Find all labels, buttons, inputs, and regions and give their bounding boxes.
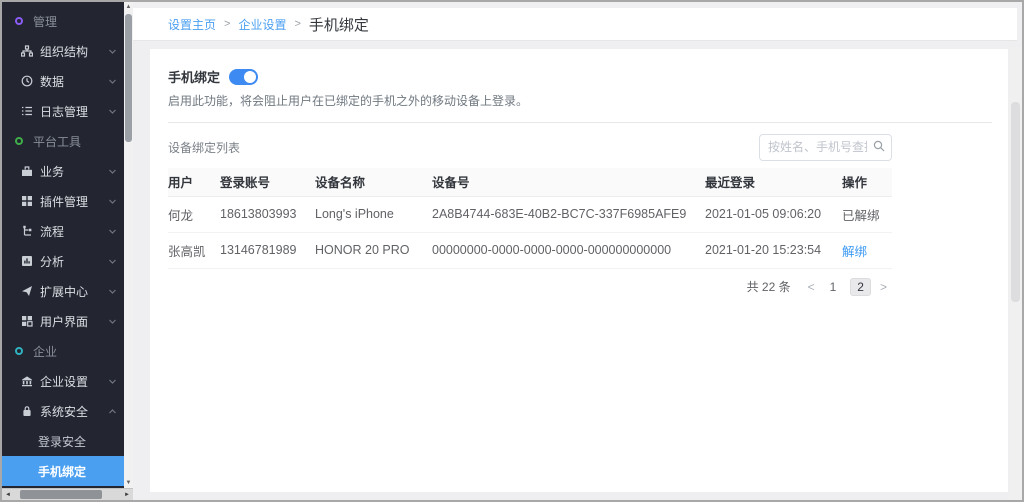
prev-page-icon[interactable]: < [808,280,815,294]
sidebar-vertical-scrollbar[interactable]: ▲ ▼ [124,2,133,488]
table-cell: 00000000-0000-0000-0000-000000000000 [432,232,705,269]
sidebar-subitem-登录安全[interactable]: 登录安全 [2,426,124,456]
chevron-down-icon [108,47,117,56]
sidebar-item-企业设置[interactable]: 企业设置 [2,366,124,396]
table-cell: 18613803993 [220,196,315,233]
scroll-down-icon[interactable]: ▼ [124,478,133,488]
column-header: 设备号 [432,168,705,197]
app-window: 管理 组织结构 数据 日志管理 平台工具 业务 插件管理 流程 分析 扩展中心 用户界面 企业 企业设置… [0,0,1024,502]
lock-icon [21,405,33,417]
sidebar-item-业务[interactable]: 业务 [2,156,124,186]
sidebar: 管理 组织结构 数据 日志管理 平台工具 业务 插件管理 流程 分析 扩展中心 用户界面 企业 企业设置… [2,2,133,500]
sidebar-horizontal-scrollbar[interactable]: ◄ ► [2,488,133,500]
breadcrumb-separator: > [224,18,231,30]
content-vertical-scrollbar[interactable] [1009,47,1022,500]
next-page-icon[interactable]: > [880,280,887,294]
main-area: 设置主页 > 企业设置 > 手机绑定 手机绑定 启用此功能，将会阻止用户在已绑定… [133,2,1022,500]
sidebar-vscroll-thumb[interactable] [125,14,132,142]
table-cell: 13146781989 [220,232,315,269]
phone-binding-label: 手机绑定 [168,70,221,85]
device-binding-table: 用户 登录账号 设备名称 设备号 最近登录 操作 何龙 18613803993 Long's … [168,168,892,269]
table-cell: 2021-01-20 15:23:54 [705,232,842,269]
sidebar-menu: 管理 组织结构 数据 日志管理 平台工具 业务 插件管理 流程 分析 扩展中心 用户界面 企业 企业设置… [2,2,124,486]
breadcrumb-link-settings-home[interactable]: 设置主页 [168,16,216,33]
sidebar-item-日志管理[interactable]: 日志管理 [2,96,124,126]
page-1-button[interactable]: 1 [824,279,843,295]
page-title: 手机绑定 [308,16,369,34]
device-list-title: 设备绑定列表 [168,140,241,155]
table-row: 张高凯 13146781989 HONOR 20 PRO 00000000-0000-… [168,232,892,269]
table-cell: HONOR 20 PRO [315,232,432,269]
table-cell: 何龙 [168,196,220,233]
expand-center-icon [21,285,33,297]
clock-icon [21,75,33,87]
breadcrumb-link-enterprise-settings[interactable]: 企业设置 [238,16,286,33]
phone-binding-description: 启用此功能，将会阻止用户在已绑定的手机之外的移动设备上登录。 [168,94,529,108]
content-card: 手机绑定 启用此功能，将会阻止用户在已绑定的手机之外的移动设备上登录。 设备绑定… [150,49,1008,492]
chevron-down-icon [108,317,117,326]
circle-outline-icon [15,17,23,25]
sidebar-hscroll-thumb[interactable] [20,490,102,499]
column-header: 设备名称 [315,168,432,197]
chevron-down-icon [108,107,117,116]
column-header: 用户 [168,168,220,197]
chevron-down-icon [108,377,117,386]
chart-icon [21,255,33,267]
sidebar-item-数据[interactable]: 数据 [2,66,124,96]
chevron-down-icon [108,257,117,266]
table-cell: 2A8B4744-683E-40B2-BC7C-337F6985AFE9 [432,196,705,233]
column-header: 最近登录 [705,168,842,197]
sidebar-item-组织结构[interactable]: 组织结构 [2,36,124,66]
sidebar-item-系统安全[interactable]: 系统安全 [2,396,124,426]
sidebar-subitem-手机绑定[interactable]: 手机绑定 [2,456,124,486]
pagination-total: 共 22 条 [746,280,791,294]
circle-outline-icon [15,137,23,145]
page-2-button[interactable]: 2 [850,277,871,296]
circle-outline-icon [15,347,23,355]
scroll-up-icon[interactable]: ▲ [124,2,133,12]
table-cell: 2021-01-05 09:06:20 [705,196,842,233]
search-icon[interactable] [873,140,885,152]
table-row: 何龙 18613803993 Long's iPhone 2A8B4744-683E-… [168,196,892,233]
chevron-up-icon [108,407,117,416]
log-list-icon [21,105,33,117]
chevron-down-icon [108,287,117,296]
content-vscroll-thumb[interactable] [1011,102,1020,302]
briefcase-icon [21,165,33,177]
phone-binding-toggle-row: 手机绑定 [168,67,992,86]
breadcrumb-separator: > [294,18,301,30]
unbind-link[interactable]: 解绑 [842,245,867,259]
building-icon [21,375,33,387]
flow-icon [21,225,33,237]
breadcrumb: 设置主页 > 企业设置 > 手机绑定 [133,8,1017,41]
chevron-down-icon [108,77,117,86]
chevron-down-icon [108,167,117,176]
user-search [759,133,892,161]
column-header: 操作 [842,168,892,197]
sidebar-section-管理[interactable]: 管理 [2,6,124,36]
column-header: 登录账号 [220,168,315,197]
scroll-left-icon[interactable]: ◄ [2,489,14,500]
sidebar-item-分析[interactable]: 分析 [2,246,124,276]
sidebar-section-企业[interactable]: 企业 [2,336,124,366]
plugin-grid-icon [21,195,33,207]
pagination: 共 22 条 <1 2 > [168,277,892,296]
section-divider [168,122,992,123]
sidebar-item-流程[interactable]: 流程 [2,216,124,246]
device-binding-section: 设备绑定列表 用户登录账号设备名称设备号最近登录操作 何龙18613803993… [168,132,892,296]
unbind-status: 已解绑 [842,196,892,233]
scroll-right-icon[interactable]: ► [121,489,133,500]
sidebar-item-用户界面[interactable]: 用户界面 [2,306,124,336]
sidebar-item-插件管理[interactable]: 插件管理 [2,186,124,216]
table-cell: 张高凯 [168,232,220,269]
toggle-knob [244,70,257,83]
phone-binding-toggle[interactable] [229,68,259,85]
sidebar-item-扩展中心[interactable]: 扩展中心 [2,276,124,306]
table-cell: Long's iPhone [315,196,432,233]
sidebar-section-平台工具[interactable]: 平台工具 [2,126,124,156]
chevron-down-icon [108,227,117,236]
ui-grid-icon [21,315,33,327]
chevron-down-icon [108,197,117,206]
org-tree-icon [21,45,33,57]
